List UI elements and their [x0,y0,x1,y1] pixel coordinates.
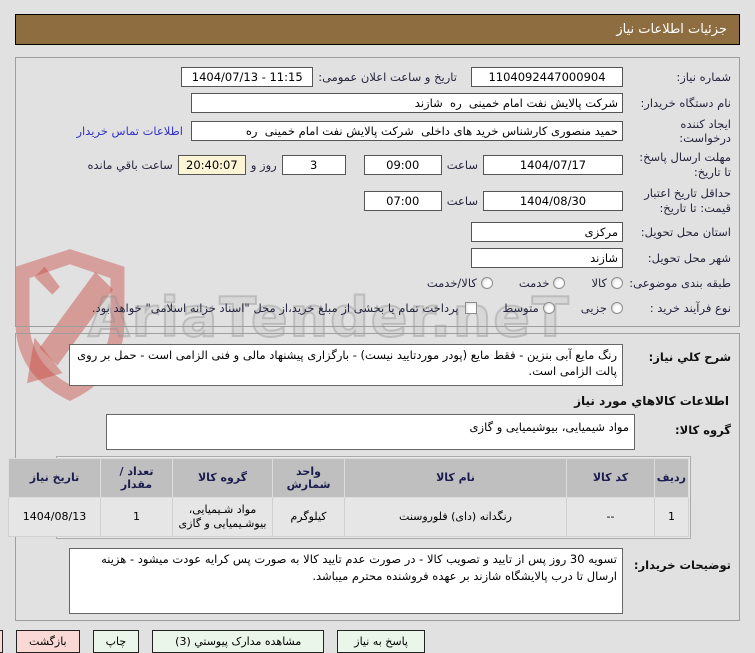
radio-medium-label: متوسط [502,300,539,315]
col-row-number: ردیف [654,457,689,498]
buyer-notes-label: توضیحات خریدار: [633,558,731,573]
general-info-panel: شماره نیاز: تاریخ و ساعت اعلان عمومی: نا… [15,57,740,327]
deadline-label: مهلت ارسال پاسخ: تا تاریخ: [639,150,731,179]
items-panel: شرح کلي نیاز: رنگ مایع آبی بنزین - فقط م… [8,332,740,622]
cell-item-code: -- [566,496,655,538]
cell-need-date: 1404/08/13 [8,496,101,538]
need-number-label: شماره نیاز: [676,69,731,84]
buyer-contact-link[interactable]: اطلاعات تماس خریدار [76,124,183,138]
price-validity-date-input[interactable] [483,190,623,211]
city-input[interactable] [471,247,623,268]
announce-label: تاریخ و ساعت اعلان عمومی: [318,70,457,84]
group-label: گروه کالا: [675,422,731,437]
radio-minor[interactable] [611,301,623,314]
province-label: استان محل تحویل: [640,224,731,239]
col-group: گروه کالا [172,457,273,498]
page-title: جزئیات اطلاعات نیاز [616,22,727,37]
back-button[interactable]: بازگشت [16,630,80,653]
items-table-header-row: ردیف کد کالا نام کالا واحد شمارش گروه کا… [8,457,689,498]
cell-unit: کیلوگرم [272,496,345,538]
buyer-notes-textarea[interactable]: تسویه 30 روز پس از تایید و تصویب کالا - … [69,548,623,615]
announce-datetime-input[interactable] [181,67,314,87]
col-item-name: نام کالا [344,457,567,498]
action-buttons-row: پاسخ به نیاز مشاهده مدارک پیوستي (3) چاپ… [0,630,425,653]
province-input[interactable] [471,221,623,242]
radio-goods[interactable] [611,276,623,289]
deadline-hour-label: ساعت [446,157,478,172]
items-table: ردیف کد کالا نام کالا واحد شمارش گروه کا… [8,457,689,538]
radio-goods-service-label: کالا/خدمت [426,275,477,290]
radio-goods-service[interactable] [480,276,493,289]
price-validity-label: حداقل تاریخ اعتبار قیمت: تا تاریخ: [644,186,731,215]
respond-button[interactable]: پاسخ به نیاز [337,630,425,653]
countdown-input[interactable] [177,154,246,175]
subject-class-label: طبقه بندی موضوعی: [629,275,731,290]
radio-minor-label: جزیی [580,300,607,315]
city-label: شهر محل تحویل: [647,250,731,265]
description-label: شرح کلي نیاز: [648,349,731,364]
radio-medium[interactable] [542,301,555,314]
creator-input[interactable] [191,121,623,142]
col-item-code: کد کالا [566,457,655,498]
subject-class-row: طبقه بندی موضوعی: کالا خدمت کالا/خدمت [24,272,731,294]
buyer-org-input[interactable] [191,93,623,113]
group-row: گروه کالا: مواد شیمیایی، بیوشیمیایی و گا… [24,413,731,450]
cell-quantity: 1 [100,496,173,538]
treasury-docs-checkbox[interactable] [464,301,477,314]
deadline-date-input[interactable] [483,154,623,175]
need-number-row: شماره نیاز: تاریخ و ساعت اعلان عمومی: [24,65,731,89]
days-remaining-input[interactable] [281,154,346,175]
days-separator-label: روز و [250,157,277,172]
province-row: استان محل تحویل: [24,220,731,244]
group-textarea[interactable]: مواد شیمیایی، بیوشیمیایی و گازی [106,413,635,450]
radio-service-label: خدمت [518,275,550,290]
view-attachments-button[interactable]: مشاهده مدارک پیوستي (3) [152,630,325,653]
response-deadline-row: مهلت ارسال پاسخ: تا تاریخ: ساعت روز و سا… [24,148,732,182]
col-need-date: تاریخ نیاز [8,457,101,498]
radio-goods-label: کالا [591,275,607,290]
purchase-process-label: نوع فرآیند خرید : [649,300,731,315]
buyer-org-row: نام دستگاه خریدار: [24,91,731,115]
buyer-org-label: نام دستگاه خریدار: [640,95,731,110]
deadline-hour-input[interactable] [363,154,442,175]
buyer-notes-row: توضیحات خریدار: تسویه 30 روز پس از تایید… [24,548,731,615]
table-row: 1 -- رنگدانه (دای) فلوروسنت کیلوگرم مواد… [8,496,689,538]
treasury-docs-label: پرداخت تمام یا بخشی از مبلغ خرید،از محل … [91,300,459,315]
col-unit: واحد شمارش [272,457,345,498]
purchase-process-row: نوع فرآیند خرید : جزیی متوسط پرداخت تمام… [24,296,731,320]
description-row: شرح کلي نیاز: رنگ مایع آبی بنزین - فقط م… [24,343,731,386]
items-table-container: ردیف کد کالا نام کالا واحد شمارش گروه کا… [8,455,691,540]
exit-button[interactable]: خروج [0,630,4,653]
creator-row: ایجاد کننده درخواست: اطلاعات تماس خریدار [24,117,731,146]
creator-label: ایجاد کننده درخواست: [679,117,731,146]
cell-row-number: 1 [654,496,689,538]
cell-group: مواد شـیمیایی، بیوشـیمیایی و گازی [172,496,273,538]
countdown-suffix-label: ساعت باقي مانده [87,157,173,172]
price-validity-hour-label: ساعت [446,193,478,208]
city-row: شهر محل تحویل: [24,246,731,270]
description-textarea[interactable]: رنگ مایع آبی بنزین - فقط مایع (پودر مورد… [69,343,623,386]
page-title-bar: جزئیات اطلاعات نیاز [15,14,740,45]
print-button[interactable]: چاپ [92,630,140,653]
col-quantity: تعداد / مقدار [100,457,173,498]
price-validity-row: حداقل تاریخ اعتبار قیمت: تا تاریخ: ساعت [24,184,731,218]
price-validity-hour-input[interactable] [363,190,442,211]
items-heading: اطلاعات کالاهاي مورد نیاز [574,393,729,408]
need-number-input[interactable] [471,67,623,87]
cell-item-name: رنگدانه (دای) فلوروسنت [344,496,567,538]
radio-service[interactable] [553,276,566,289]
